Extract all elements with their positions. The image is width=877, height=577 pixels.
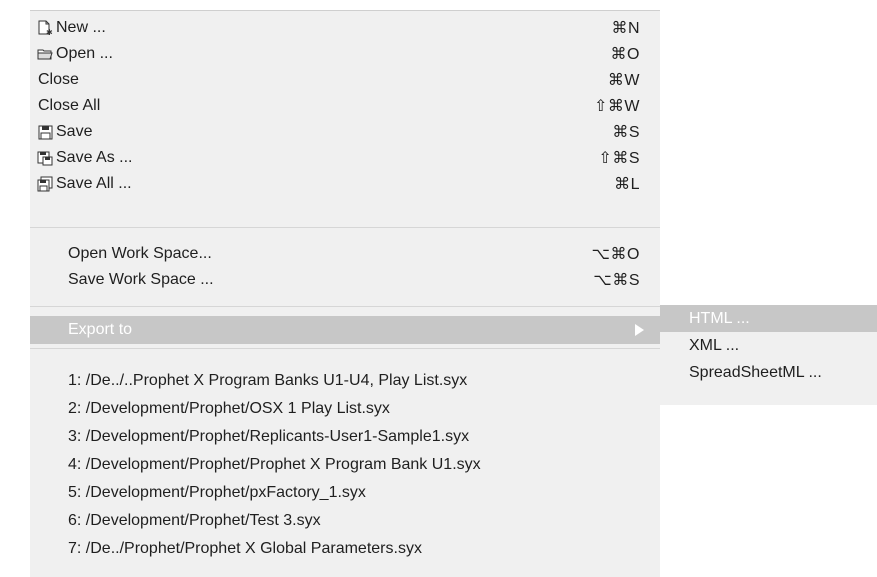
menu-item-open[interactable]: Open ... ⌘O [30,41,660,67]
submenu-item-label: XML ... [689,336,740,354]
submenu-item-html[interactable]: HTML ... [660,305,877,332]
recent-file-label: 3: /Development/Prophet/Replicants-User1… [68,428,470,445]
menu-item-label: Open ... [56,45,113,62]
submenu-arrow-icon [635,324,644,336]
menu-item-close-all[interactable]: Close All ⇧⌘W [30,93,660,119]
menu-separator [30,306,660,307]
recent-file-label: 4: /Development/Prophet/Prophet X Progra… [68,456,481,473]
menu-item-label: Save Work Space ... [68,271,214,288]
shortcut: ⇧⌘S [598,150,640,167]
shortcut: ⌘L [614,176,640,193]
new-document-icon: ✱ [36,19,54,37]
shortcut: ⌘S [612,124,640,141]
menu-item-export-to[interactable]: Export to [30,316,660,344]
menu-item-save-as[interactable]: Save As ... ⇧⌘S [30,145,660,171]
recent-file-label: 6: /Development/Prophet/Test 3.syx [68,512,321,529]
recent-file-item[interactable]: 2: /Development/Prophet/OSX 1 Play List.… [30,396,660,422]
export-submenu: HTML ... XML ... SpreadSheetML ... [660,305,877,405]
recent-file-item[interactable]: 5: /Development/Prophet/pxFactory_1.syx [30,480,660,506]
submenu-item-xml[interactable]: XML ... [660,332,877,359]
recent-file-item[interactable]: 6: /Development/Prophet/Test 3.syx [30,508,660,534]
recent-file-item[interactable]: 1: /De../..Prophet X Program Banks U1-U4… [30,368,660,394]
file-menu: ✱ New ... ⌘N Open ... ⌘O Close ⌘W Close … [30,10,660,577]
menu-item-close[interactable]: Close ⌘W [30,67,660,93]
recent-file-label: 5: /Development/Prophet/pxFactory_1.syx [68,484,366,501]
shortcut: ⌘W [607,72,640,89]
menu-item-label: New ... [56,19,106,36]
submenu-item-label: HTML ... [689,309,750,327]
menu-item-label: Open Work Space... [68,245,212,262]
recent-file-item[interactable]: 4: /Development/Prophet/Prophet X Progra… [30,452,660,478]
shortcut: ⌥⌘S [593,272,640,289]
recent-file-label: 1: /De../..Prophet X Program Banks U1-U4… [68,372,468,389]
menu-separator [30,348,660,349]
menu-item-save-all[interactable]: Save All ... ⌘L [30,171,660,197]
shortcut: ⌘O [610,46,640,63]
save-disk-icon [36,123,54,141]
menu-item-save[interactable]: Save ⌘S [30,119,660,145]
menu-item-open-work-space[interactable]: Open Work Space... ⌥⌘O [30,241,660,267]
svg-text:✱: ✱ [46,28,53,36]
recent-file-label: 7: /De../Prophet/Prophet X Global Parame… [68,540,422,557]
shortcut: ⌥⌘O [591,246,640,263]
save-as-icon [36,149,54,167]
menu-item-label: Save All ... [56,175,132,192]
open-folder-icon [36,45,54,63]
save-all-icon [36,175,54,193]
menu-item-label: Close [38,71,79,88]
menu-separator [30,227,660,228]
recent-file-item[interactable]: 7: /De../Prophet/Prophet X Global Parame… [30,536,660,562]
menu-item-save-work-space[interactable]: Save Work Space ... ⌥⌘S [30,267,660,293]
menu-item-new[interactable]: ✱ New ... ⌘N [30,15,660,41]
recent-file-label: 2: /Development/Prophet/OSX 1 Play List.… [68,400,390,417]
shortcut: ⌘N [611,20,640,37]
menu-item-label: Save As ... [56,149,133,166]
recent-file-item[interactable]: 3: /Development/Prophet/Replicants-User1… [30,424,660,450]
shortcut: ⇧⌘W [593,98,640,115]
menu-item-label: Export to [68,321,133,338]
menu-item-label: Close All [38,97,101,114]
submenu-item-label: SpreadSheetML ... [689,363,822,381]
menu-item-label: Save [56,123,93,140]
submenu-item-spreadsheetml[interactable]: SpreadSheetML ... [660,359,877,386]
